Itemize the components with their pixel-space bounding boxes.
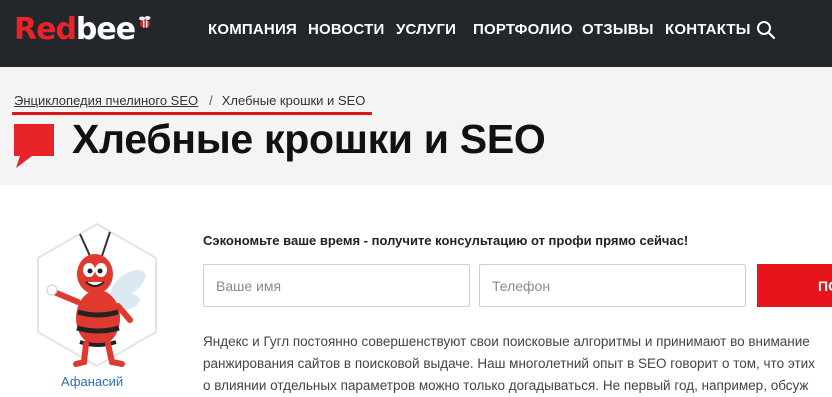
breadcrumb-separator: / [209,93,213,108]
search-icon[interactable] [756,20,776,40]
nav-item-contacts[interactable]: КОНТАКТЫ [665,21,751,38]
title-flag-icon [14,124,54,168]
breadcrumb: Энциклопедия пчелиного SEO / Хлебные крошк… [14,93,365,108]
nav-item-company[interactable]: КОМПАНИЯ [208,21,297,38]
top-navigation-bar: Red bee КОМПАНИЯ НОВОСТИ УСЛУГИ ПОРТФОЛИО… [0,0,832,67]
avatar-name-link[interactable]: Афанасий [61,374,123,389]
logo-text-white: bee [75,11,136,47]
bee-mascot-avatar [37,222,157,368]
paragraph-line: о влиянии отдельных параметров можно тол… [203,378,809,393]
submit-button[interactable]: ПО [757,264,832,307]
paragraph-line: ранжирования сайтов в поисковой выдаче. … [203,356,815,371]
name-field[interactable] [203,264,470,307]
paragraph-line: Яндекс и Гугл постоянно совершенствуют с… [203,334,810,349]
breadcrumb-underline-highlight [12,112,372,115]
breadcrumb-link-encyclopedia[interactable]: Энциклопедия пчелиного SEO [14,93,198,108]
consultation-cta-text: Сэкономьте ваше время - получите консуль… [203,233,689,248]
article-intro-paragraph: Яндекс и Гугл постоянно совершенствуют с… [203,331,832,397]
nav-item-news[interactable]: НОВОСТИ [308,21,384,38]
logo-text-red: Red [14,11,77,47]
nav-item-services[interactable]: УСЛУГИ [396,21,456,38]
bee-icon [139,16,151,28]
nav-item-portfolio[interactable]: ПОРТФОЛИО [473,21,573,38]
phone-field[interactable] [479,264,746,307]
breadcrumb-current: Хлебные крошки и SEO [221,93,366,108]
redbee-logo[interactable]: Red bee [14,9,153,49]
nav-item-reviews[interactable]: ОТЗЫВЫ [582,21,654,38]
page-title: Хлебные крошки и SEO [72,116,546,162]
